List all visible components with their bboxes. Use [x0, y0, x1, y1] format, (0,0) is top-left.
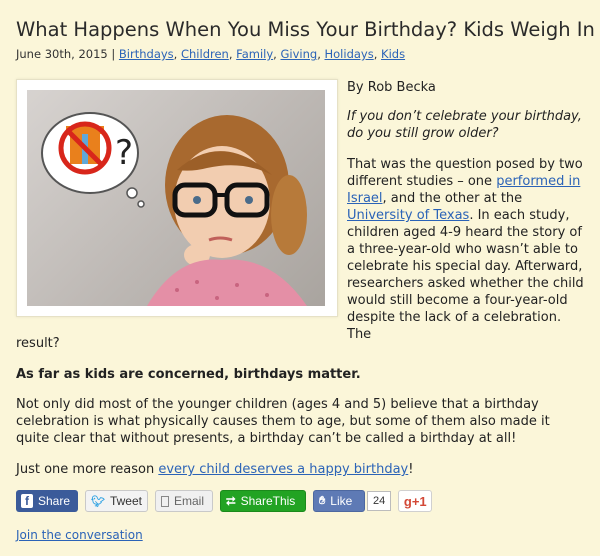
photo-image: ? — [27, 90, 325, 306]
sharethis-label: ShareThis — [240, 494, 296, 508]
tag-link-children[interactable]: Children — [181, 47, 229, 61]
paragraph-4: Just one more reason every child deserve… — [16, 461, 584, 478]
p1-mid: , and the other at the — [382, 191, 523, 206]
paragraph-1: That was the question posed by two diffe… — [347, 156, 585, 343]
article-title: What Happens When You Miss Your Birthday… — [16, 18, 595, 41]
tag-link-giving[interactable]: Giving — [280, 47, 317, 61]
happy-birthday-link[interactable]: every child deserves a happy birthday — [158, 462, 408, 477]
share-icon: ⮂ — [226, 493, 236, 508]
google-plus-label: +1 — [411, 493, 427, 509]
paragraph-1-tail: result? — [16, 336, 60, 351]
facebook-like-button[interactable]: ✋︎ Like — [313, 490, 365, 512]
tweet-label: Tweet — [109, 494, 142, 508]
meta-separator: | — [111, 47, 116, 61]
tag-link-family[interactable]: Family — [236, 47, 273, 61]
facebook-icon: f — [21, 494, 33, 508]
article-page: What Happens When You Miss Your Birthday… — [0, 0, 600, 556]
like-label: Like — [330, 494, 353, 508]
facebook-share-button[interactable]: f Share — [16, 490, 78, 512]
google-plus-icon: g — [403, 493, 412, 509]
lead-question: If you don’t celebrate your birthday, do… — [347, 109, 582, 141]
thumbs-up-icon: ✋︎ — [319, 494, 326, 507]
email-label: Email — [173, 494, 204, 508]
tag-link-holidays[interactable]: Holidays — [325, 47, 374, 61]
p4-start: Just one more reason — [16, 462, 159, 477]
p4-end: ! — [408, 462, 414, 477]
university-of-texas-link[interactable]: University of Texas — [347, 208, 469, 223]
byline: By Rob Becka — [347, 80, 436, 95]
article-photo: ? — [16, 79, 338, 317]
article-date: June 30th, 2015 — [16, 47, 108, 61]
twitter-bird-icon: 🐦︎ — [91, 495, 105, 508]
tag-link-birthdays[interactable]: Birthdays — [119, 47, 174, 61]
sharethis-button[interactable]: ⮂ ShareThis — [220, 490, 306, 512]
tweet-button[interactable]: 🐦︎ Tweet — [85, 490, 148, 512]
girl-thinking-illustration: ? — [41, 112, 307, 306]
envelope-icon — [161, 495, 169, 507]
paragraph-2: As far as kids are concerned, birthdays … — [16, 367, 361, 382]
article-meta: June 30th, 2015 | Birthdays, Children, F… — [16, 47, 406, 61]
email-button[interactable]: Email — [155, 490, 213, 512]
paragraph-3: Not only did most of the younger childre… — [16, 397, 550, 446]
join-conversation-link[interactable]: Join the conversation — [16, 528, 143, 542]
facebook-share-label: Share — [37, 494, 70, 508]
like-count: 24 — [367, 491, 392, 511]
google-plus-button[interactable]: g +1 — [398, 490, 433, 512]
tag-link-kids[interactable]: Kids — [381, 47, 405, 61]
share-bar: f Share 🐦︎ Tweet Email ⮂ ShareThis ✋︎ Li… — [16, 489, 433, 513]
svg-text:?: ? — [115, 133, 133, 173]
p1-end: . In each study, children aged 4-9 heard… — [347, 208, 584, 342]
